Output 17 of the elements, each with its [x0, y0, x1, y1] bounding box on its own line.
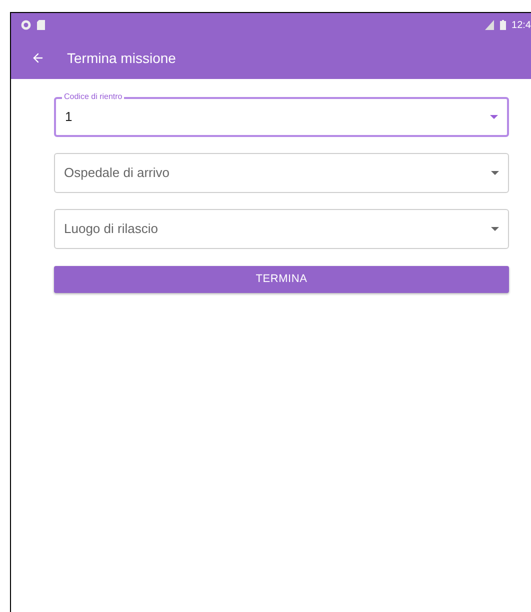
toolbar-title: Termina missione: [67, 48, 176, 68]
sd-card-icon: [37, 20, 45, 30]
signal-icon: [484, 20, 494, 30]
caret-icon: [491, 227, 499, 231]
field-value: Ospedale di arrivo: [64, 164, 170, 182]
caret-icon: [490, 115, 498, 119]
back-button[interactable]: [31, 51, 45, 65]
field-label: Codice di rientro: [62, 92, 124, 102]
dropdown-field[interactable]: Ospedale di arrivo: [54, 153, 509, 193]
termina-button[interactable]: TERMINA: [54, 266, 509, 293]
field-value: Luogo di rilascio: [64, 220, 159, 238]
caret-icon: [491, 171, 499, 175]
field-value: 1: [65, 108, 74, 126]
status-time: 12:4: [512, 18, 531, 32]
battery-icon: [500, 20, 506, 30]
circle-icon: [21, 20, 31, 30]
dropdown-field[interactable]: Luogo di rilascio: [54, 209, 509, 249]
